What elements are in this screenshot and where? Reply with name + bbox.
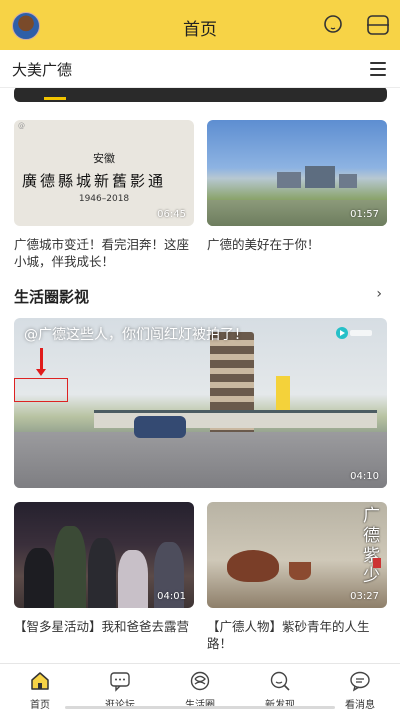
video-thumbnail[interactable]: @ 安徽 廣德縣城新舊影通 1946–2018 06:45 (14, 120, 194, 226)
video-thumbnail[interactable]: 04:01 (14, 502, 194, 608)
video-duration: 04:10 (350, 471, 379, 482)
video-title[interactable]: 广德城市变迁！看完泪奔！这座小城，伴我成长！ (14, 236, 194, 270)
forum-icon (110, 672, 130, 692)
thumb-header: 安徽 (93, 152, 115, 165)
chevron-right-icon[interactable]: › (376, 286, 382, 302)
video-overlay-text: @广德这些人，你们闯红灯被拍了！ (24, 327, 248, 343)
tab-life-circle[interactable]: 生活圈 (160, 664, 240, 711)
menu-icon[interactable] (370, 62, 386, 76)
tab-messages[interactable]: 看消息 (320, 664, 400, 711)
highlight-box (14, 378, 68, 402)
bottom-tab-bar: 首页 逛论坛 生活圈 新发现 看消息 (0, 663, 400, 711)
tab-forum[interactable]: 逛论坛 (80, 664, 160, 711)
thumb-title: 廣德縣城新舊影通 (22, 172, 167, 190)
message-icon (350, 671, 370, 692)
channel-logo-icon (336, 327, 372, 339)
red-arrow-icon (36, 348, 46, 376)
video-thumbnail-partial[interactable] (14, 88, 387, 102)
thumb-vertical-text: 广德紫少 (363, 506, 380, 586)
feed[interactable]: @ 安徽 廣德縣城新舊影通 1946–2018 06:45 01:57 广德城市… (0, 88, 400, 663)
section-title: 生活圈影视 (14, 288, 90, 306)
search-icon[interactable] (322, 14, 346, 36)
featured-video[interactable]: @广德这些人，你们闯红灯被拍了！ 04:10 (14, 318, 387, 488)
tab-home[interactable]: 首页 (0, 664, 80, 711)
discover-icon (270, 671, 290, 691)
video-duration: 04:01 (157, 591, 186, 602)
video-thumbnail[interactable]: 广德紫少 03:27 (207, 502, 387, 608)
video-duration: 06:45 (157, 209, 186, 220)
video-duration: 03:27 (350, 591, 379, 602)
life-circle-icon (190, 671, 210, 691)
channel-bar: 大美广德 (0, 50, 400, 88)
home-icon (31, 672, 49, 690)
watermark: @ (18, 122, 25, 130)
video-thumbnail[interactable]: 01:57 (207, 120, 387, 226)
home-indicator (65, 706, 335, 709)
video-title[interactable]: 广德的美好在于你！ (207, 236, 387, 253)
thumb-years: 1946–2018 (78, 194, 130, 204)
video-duration: 01:57 (350, 209, 379, 220)
top-bar: 首页 (0, 0, 400, 50)
video-title[interactable]: 【智多星活动】我和爸爸去露营 (14, 618, 194, 635)
channel-name: 大美广德 (12, 61, 73, 79)
tab-discover[interactable]: 新发现 (240, 664, 320, 711)
video-title[interactable]: 【广德人物】紫砂青年的人生路！ (207, 618, 387, 652)
scan-icon[interactable] (366, 14, 390, 36)
